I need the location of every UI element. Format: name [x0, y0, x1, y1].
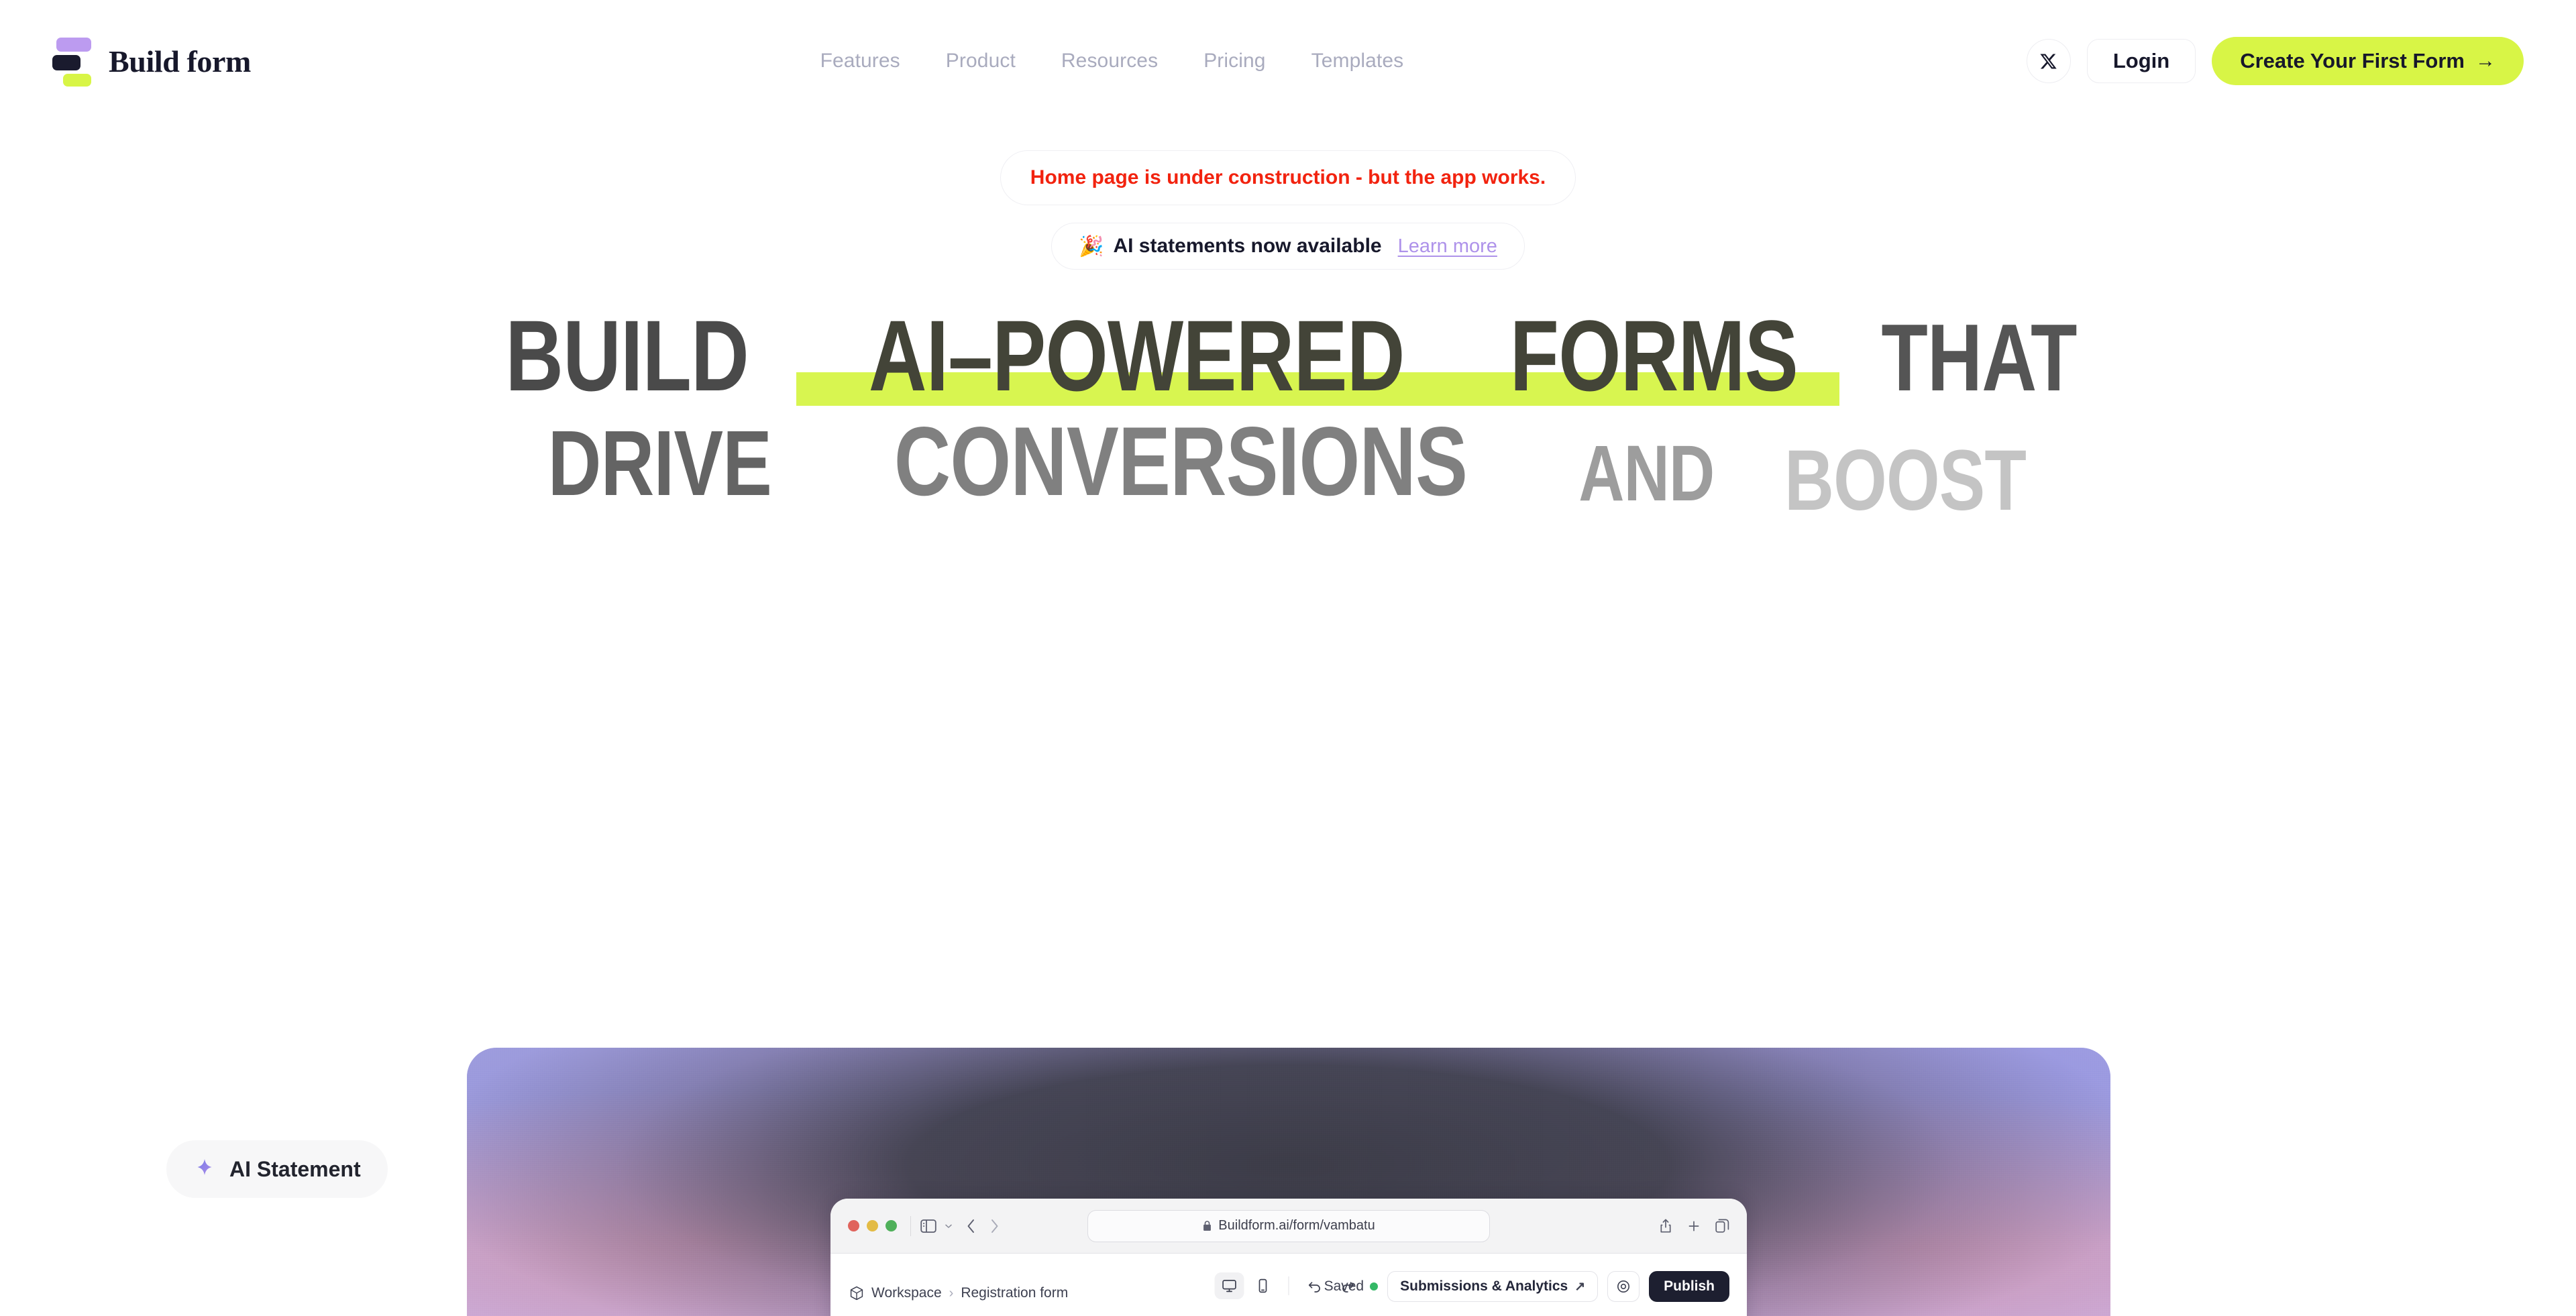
ai-statement-label: AI Statement — [229, 1156, 361, 1181]
headline-word-build: BUILD — [505, 299, 749, 412]
publish-button[interactable]: Publish — [1649, 1271, 1729, 1302]
hero-headline: BUILD AI–POWERED FORMS THAT DRIVE CONVER… — [0, 299, 2576, 524]
nav-links: Features Product Resources Pricing Templ… — [820, 50, 1404, 72]
create-first-form-button[interactable]: Create Your First Form → — [2212, 37, 2524, 85]
headline-highlight: AI–POWERED FORMS — [796, 299, 1839, 412]
headline-word-forms: FORMS — [1509, 299, 1799, 412]
brand-logo[interactable]: Build form — [52, 38, 251, 87]
product-mockup: Buildform.ai/form/vambatu Workspace › Re… — [467, 1048, 2110, 1316]
construction-notice: Home page is under construction - but th… — [1000, 150, 1576, 205]
back-chevron-icon[interactable] — [965, 1218, 978, 1234]
url-address-bar[interactable]: Buildform.ai/form/vambatu — [1087, 1209, 1490, 1242]
nav-link-resources[interactable]: Resources — [1061, 50, 1158, 72]
close-red-icon[interactable] — [848, 1220, 859, 1231]
sidebar-toggle-icon[interactable] — [920, 1219, 936, 1233]
nav-link-templates[interactable]: Templates — [1311, 50, 1404, 72]
arrow-right-icon: → — [2475, 50, 2496, 72]
browser-chrome-bar: Buildform.ai/form/vambatu — [830, 1199, 1747, 1254]
brand-name: Build form — [109, 44, 251, 78]
announcement-text: AI statements now available — [1113, 235, 1382, 257]
breadcrumb: Workspace › Registration form — [849, 1285, 1068, 1301]
traffic-lights — [848, 1220, 897, 1231]
hero-section: Home page is under construction - but th… — [0, 122, 2576, 524]
app-toolbar: Workspace › Registration form Saved Subm… — [830, 1254, 1747, 1316]
login-button[interactable]: Login — [2086, 39, 2196, 83]
headline-word-that: THAT — [1881, 305, 2077, 411]
app-actions: Saved Submissions & Analytics ↗ Publish — [1324, 1271, 1729, 1302]
ai-statement-button[interactable]: AI Statement — [166, 1140, 388, 1198]
headline-word-boost: BOOST — [1784, 433, 2027, 529]
nav-link-pricing[interactable]: Pricing — [1203, 50, 1265, 72]
announcement-pill[interactable]: 🎉 AI statements now available Learn more — [1051, 223, 1525, 270]
breadcrumb-registration-form[interactable]: Registration form — [961, 1285, 1068, 1301]
share-icon[interactable] — [1659, 1218, 1672, 1234]
lock-icon — [1203, 1221, 1212, 1231]
status-dot — [1370, 1282, 1379, 1291]
minimize-yellow-icon[interactable] — [867, 1220, 878, 1231]
eye-icon — [1617, 1280, 1630, 1293]
cube-icon — [850, 1286, 863, 1301]
forward-chevron-icon[interactable] — [987, 1218, 1001, 1234]
saved-label: Saved — [1324, 1278, 1364, 1294]
submissions-analytics-button[interactable]: Submissions & Analytics ↗ — [1387, 1271, 1599, 1302]
learn-more-link[interactable]: Learn more — [1398, 235, 1497, 258]
nav-link-product[interactable]: Product — [946, 50, 1016, 72]
x-twitter-button[interactable] — [2026, 39, 2071, 83]
divider — [910, 1215, 911, 1236]
chrome-right-actions — [1659, 1218, 1729, 1234]
submissions-label: Submissions & Analytics — [1400, 1278, 1568, 1294]
breadcrumb-workspace[interactable]: Workspace — [871, 1285, 942, 1301]
breadcrumb-separator: › — [949, 1285, 954, 1301]
chevron-down-icon[interactable] — [943, 1221, 954, 1231]
preview-button[interactable] — [1607, 1271, 1640, 1302]
headline-line-2: DRIVE CONVERSIONS AND BOOST — [0, 406, 2576, 523]
logo-icon — [52, 38, 91, 87]
x-twitter-icon — [2040, 54, 2057, 68]
cta-label: Create Your First Form — [2240, 49, 2465, 72]
desktop-view-button[interactable] — [1214, 1272, 1244, 1299]
headline-word-conversions: CONVERSIONS — [894, 406, 1468, 516]
mobile-view-button[interactable] — [1248, 1272, 1278, 1299]
url-text: Buildform.ai/form/vambatu — [1218, 1218, 1375, 1233]
nav-actions: Login Create Your First Form → — [2026, 37, 2524, 85]
plus-icon[interactable] — [1687, 1219, 1701, 1233]
headline-line-1: BUILD AI–POWERED FORMS THAT — [0, 299, 2576, 412]
sparkle-icon — [197, 1159, 212, 1175]
headline-word-ai-powered: AI–POWERED — [869, 299, 1405, 412]
headline-word-and: AND — [1578, 429, 1715, 518]
top-navbar: Build form Features Product Resources Pr… — [0, 0, 2576, 122]
maximize-green-icon[interactable] — [885, 1220, 897, 1231]
nav-link-features[interactable]: Features — [820, 50, 900, 72]
saved-status: Saved — [1324, 1278, 1379, 1295]
browser-window: Buildform.ai/form/vambatu Workspace › Re… — [830, 1199, 1747, 1316]
copy-tabs-icon[interactable] — [1715, 1219, 1729, 1233]
headline-word-drive: DRIVE — [547, 412, 772, 515]
party-popper-icon: 🎉 — [1079, 235, 1104, 258]
external-link-icon: ↗ — [1574, 1279, 1586, 1294]
